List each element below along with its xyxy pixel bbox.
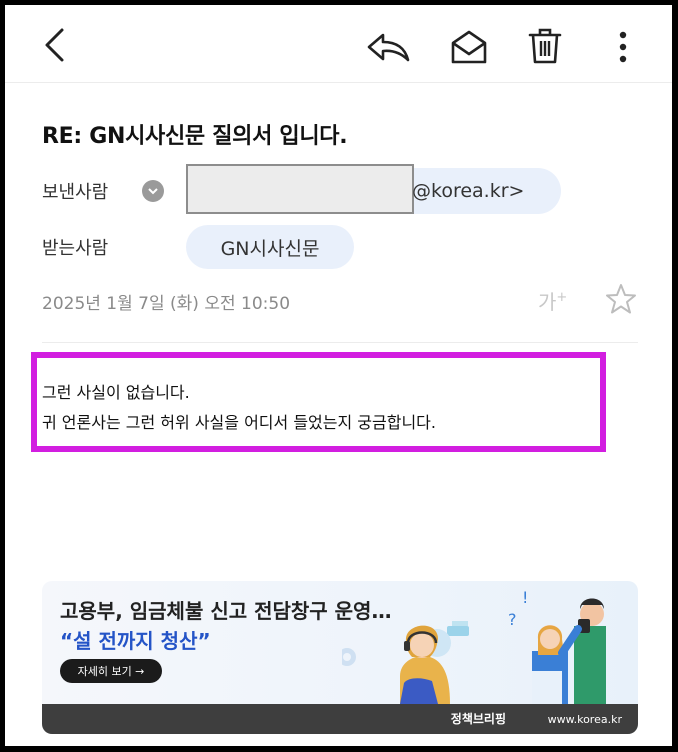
banner-details-button[interactable]: 자세히 보기 → <box>60 659 162 683</box>
sender-address-domain: @korea.kr> <box>412 180 525 202</box>
trash-icon <box>528 28 562 64</box>
email-body-line: 그런 사실이 없습니다. <box>42 383 190 402</box>
to-label: 받는사람 <box>42 238 109 259</box>
more-button[interactable] <box>605 23 641 71</box>
banner-footer: 정책브리핑 www.korea.kr <box>42 704 638 734</box>
toolbar <box>5 5 672 83</box>
ad-banner[interactable]: ? ! 고용부, 임금체불 신고 전담창구 운영… “설 전까지 청산” 자세히… <box>42 581 638 734</box>
back-icon <box>45 28 64 62</box>
email-body-line: 귀 언론사는 그런 허위 사실을 어디서 들었는지 궁금합니다. <box>42 413 436 432</box>
email-subject: RE: GN시사신문 질의서 입니다. <box>42 124 348 149</box>
svg-text:?: ? <box>508 610 517 629</box>
reply-button[interactable] <box>363 25 413 69</box>
header-divider <box>42 342 638 343</box>
chevron-down-icon <box>148 188 158 195</box>
mark-unread-icon <box>451 30 487 64</box>
delete-button[interactable] <box>523 23 567 69</box>
back-button[interactable] <box>35 23 75 67</box>
text-size-button[interactable]: 가+ <box>538 286 567 315</box>
from-label: 보낸사람 <box>42 182 109 203</box>
text-size-label: 가 <box>538 290 557 314</box>
mark-unread-button[interactable] <box>445 25 493 69</box>
email-date: 2025년 1월 7일 (화) 오전 10:50 <box>42 294 291 314</box>
text-size-plus: + <box>556 290 568 305</box>
recipient-chip[interactable]: GN시사신문 <box>186 225 354 269</box>
sender-expand-button[interactable] <box>142 180 164 202</box>
more-icon <box>619 31 627 63</box>
svg-text:!: ! <box>522 588 528 607</box>
banner-logo: 정책브리핑 <box>450 712 506 726</box>
banner-title: 고용부, 임금체불 신고 전담창구 운영… <box>60 599 392 623</box>
star-button[interactable] <box>604 282 638 316</box>
reply-icon <box>367 33 410 62</box>
star-icon <box>606 284 636 314</box>
banner-url: www.korea.kr <box>547 713 622 726</box>
redacted-sender-name <box>186 164 414 214</box>
banner-subtitle: “설 전까지 청산” <box>60 629 211 653</box>
